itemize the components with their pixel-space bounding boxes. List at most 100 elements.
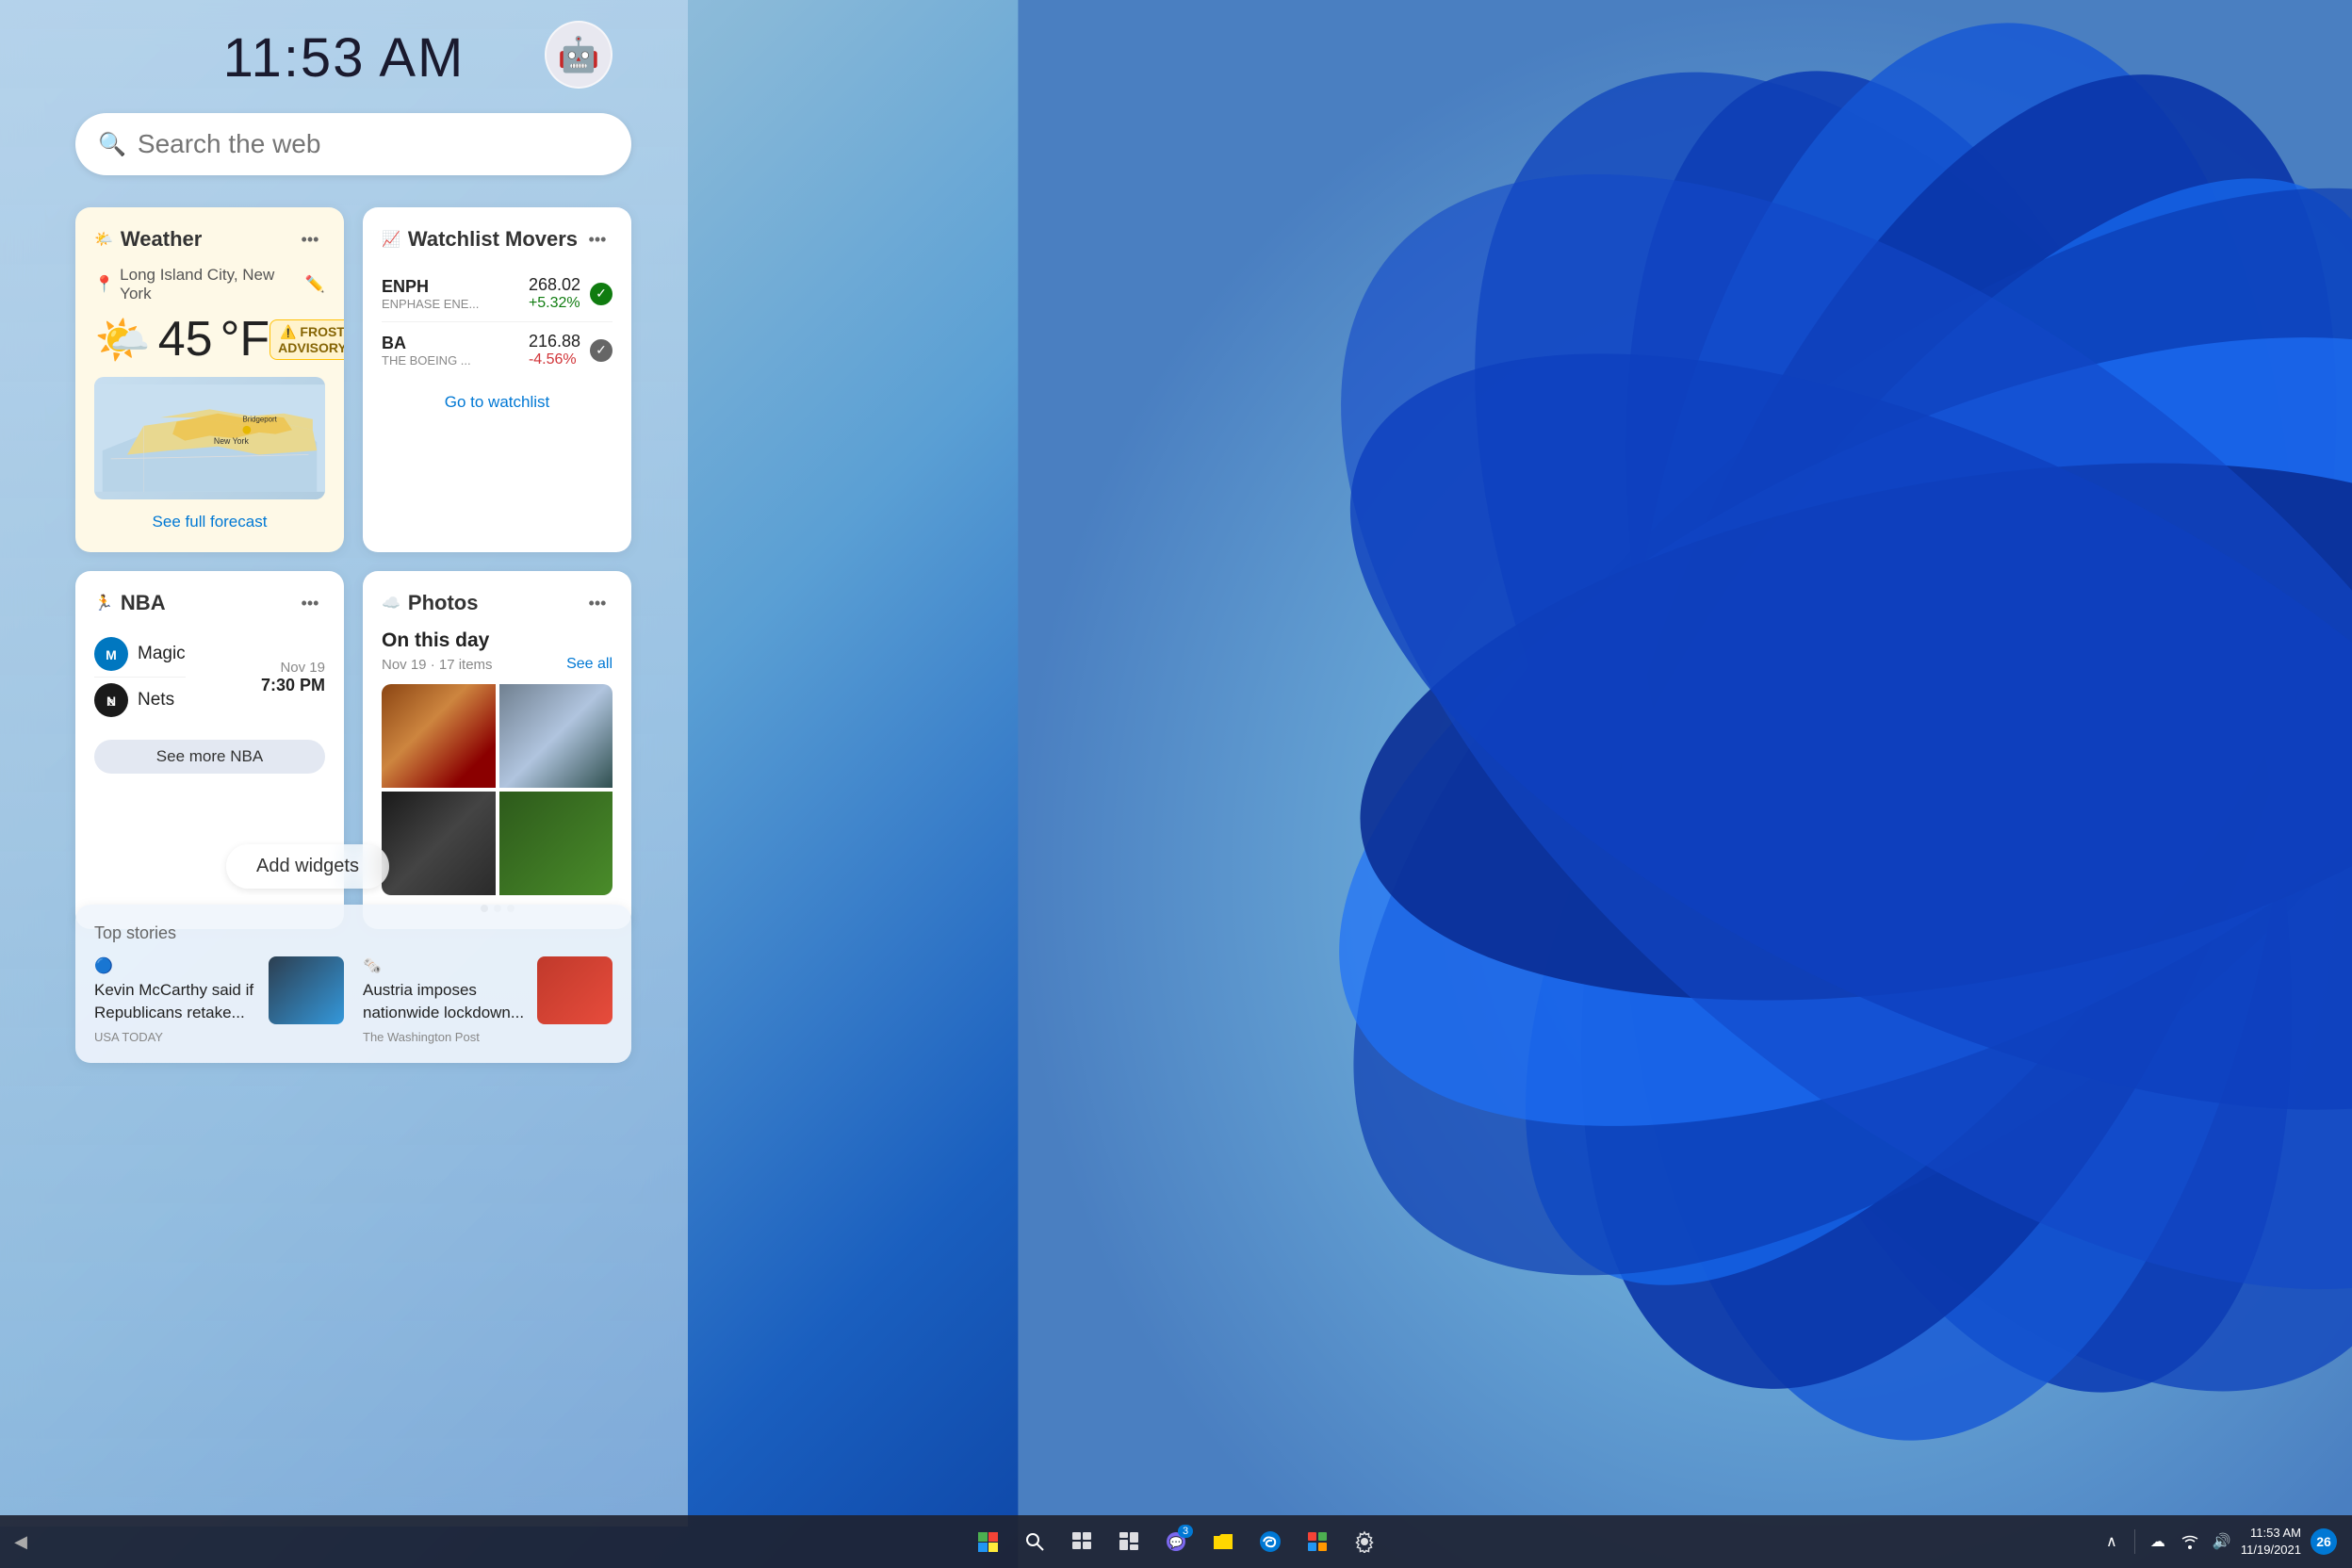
nba-menu-btn[interactable]: ••• [295, 588, 325, 618]
story-2-source-icon: 🗞️ [363, 956, 382, 975]
start-button[interactable] [965, 1519, 1010, 1564]
stories-row: 🔵 Kevin McCarthy said if Republicans ret… [94, 956, 612, 1044]
story-2-headline: Austria imposes nationwide lockdown... [363, 979, 526, 1024]
search-input[interactable] [138, 129, 609, 159]
story-2[interactable]: 🗞️ Austria imposes nationwide lockdown..… [363, 956, 612, 1044]
nba-game-row: M Magic N 8 [94, 629, 325, 725]
weather-menu-btn[interactable]: ••• [295, 224, 325, 254]
taskview-btn[interactable] [1059, 1519, 1104, 1564]
store-btn[interactable] [1295, 1519, 1340, 1564]
edit-location-icon[interactable]: ✏️ [305, 275, 325, 294]
wifi-icon[interactable] [2177, 1528, 2203, 1555]
taskbar-left: ◀ [0, 1528, 34, 1555]
file-explorer-btn[interactable] [1200, 1519, 1246, 1564]
on-this-day-label: On this day [382, 629, 612, 652]
photo-2[interactable] [499, 684, 613, 788]
story-2-thumb [537, 956, 612, 1024]
story-1-thumb [269, 956, 344, 1024]
magic-name: Magic [138, 644, 186, 664]
edge-btn[interactable] [1248, 1519, 1293, 1564]
photos-menu-btn[interactable]: ••• [582, 588, 612, 618]
magic-logo: M [94, 637, 128, 671]
see-forecast-btn[interactable]: See full forecast [94, 509, 325, 535]
stock-row-ba: BA THE BOEING ... 216.88 -4.56% ✓ [382, 322, 612, 378]
nba-icon: 🏃 [94, 594, 113, 612]
watchlist-icon: 📈 [382, 230, 400, 249]
wallpaper-svg [939, 0, 2352, 1568]
go-watchlist-btn[interactable]: Go to watchlist [382, 385, 612, 419]
cloud-icon[interactable]: ☁ [2145, 1528, 2171, 1555]
nba-title: NBA [121, 591, 166, 615]
team-nets: N 8 Nets [94, 683, 186, 717]
stock-price-1: 268.02 [529, 275, 580, 295]
story-1-source-icon: 🔵 [94, 956, 113, 975]
widget-panel: 11:53 AM 🤖 🔍 🌤️ Weather ••• 📍 [0, 0, 688, 1527]
widgets-grid: 🌤️ Weather ••• 📍 Long Island City, New Y… [75, 207, 631, 948]
photo-1[interactable] [382, 684, 496, 788]
taskbar-search-btn[interactable] [1012, 1519, 1057, 1564]
weather-map: New York Bridgeport [94, 377, 325, 499]
stock-check-2: ✓ [590, 339, 612, 362]
team-magic: M Magic [94, 637, 186, 671]
notification-badge[interactable]: 26 [2311, 1528, 2337, 1555]
weather-temp: 🌤️ 45 °F [94, 311, 270, 368]
settings-btn[interactable] [1342, 1519, 1387, 1564]
taskbar-center: 💬 3 [965, 1519, 1387, 1564]
widgets-btn[interactable] [1106, 1519, 1152, 1564]
frost-advisory: ⚠️ FROST ADVISORY [270, 319, 344, 360]
stock-ticker-1: ENPH [382, 277, 479, 297]
stock-name-1: ENPHASE ENE... [382, 297, 479, 311]
photos-widget: ☁️ Photos ••• On this day Nov 19 · 17 it… [363, 571, 631, 929]
tray-arrow-icon[interactable]: ∧ [2099, 1528, 2125, 1555]
photos-title: Photos [408, 591, 479, 615]
tray-divider [2134, 1529, 2135, 1554]
add-widgets-btn[interactable]: Add widgets [226, 844, 389, 889]
weather-location: 📍 Long Island City, New York ✏️ [94, 266, 325, 303]
widgets-row-1: 🌤️ Weather ••• 📍 Long Island City, New Y… [75, 207, 631, 552]
svg-text:8: 8 [108, 698, 114, 709]
svg-text:New York: New York [214, 436, 250, 446]
svg-text:Bridgeport: Bridgeport [243, 416, 278, 424]
photos-icon: ☁️ [382, 594, 400, 612]
game-time: 7:30 PM [261, 676, 325, 695]
photo-3[interactable] [382, 792, 496, 895]
nets-name: Nets [138, 690, 174, 710]
story-1-headline: Kevin McCarthy said if Republicans retak… [94, 979, 257, 1024]
location-pin-icon: 📍 [94, 275, 114, 294]
stock-check-1: ✓ [590, 283, 612, 305]
stock-change-2: -4.56% [529, 351, 580, 368]
top-stories-section: Top stories 🔵 Kevin McCarthy said if Rep… [75, 905, 631, 1063]
weather-icon: 🌤️ [94, 230, 113, 249]
chat-btn[interactable]: 💬 3 [1153, 1519, 1199, 1564]
volume-icon[interactable]: 🔊 [2209, 1528, 2235, 1555]
system-tray: ∧ ☁ 🔊 [2099, 1528, 2235, 1555]
see-more-nba-btn[interactable]: See more NBA [94, 740, 325, 774]
stock-name-2: THE BOEING ... [382, 353, 471, 368]
weather-widget: 🌤️ Weather ••• 📍 Long Island City, New Y… [75, 207, 344, 552]
story-1[interactable]: 🔵 Kevin McCarthy said if Republicans ret… [94, 956, 344, 1044]
photos-date: Nov 19 · 17 items [382, 657, 493, 673]
story-1-source: USA TODAY [94, 1030, 257, 1044]
taskbar-date: 11/19/2021 [2241, 1542, 2301, 1559]
nets-logo: N 8 [94, 683, 128, 717]
top-stories-title: Top stories [94, 923, 612, 943]
chat-badge: 3 [1178, 1525, 1193, 1538]
taskbar: ◀ [0, 1515, 2352, 1568]
svg-text:💬: 💬 [1169, 1536, 1184, 1549]
taskbar-time-date[interactable]: 11:53 AM 11/19/2021 [2241, 1525, 2305, 1559]
watchlist-title: Watchlist Movers [408, 227, 578, 252]
sun-cloud-icon: 🌤️ [94, 313, 151, 367]
taskbar-left-arrow[interactable]: ◀ [8, 1528, 34, 1555]
watchlist-menu-btn[interactable]: ••• [582, 224, 612, 254]
photos-see-all-btn[interactable]: See all [566, 656, 612, 673]
photos-grid [382, 684, 612, 895]
watchlist-widget: 📈 Watchlist Movers ••• ENPH ENPHASE ENE.… [363, 207, 631, 552]
stock-row-enph: ENPH ENPHASE ENE... 268.02 +5.32% ✓ [382, 266, 612, 322]
search-bar[interactable]: 🔍 [75, 113, 631, 175]
taskbar-right: ∧ ☁ 🔊 11:53 AM 11/19/2021 26 [2099, 1525, 2337, 1559]
photo-4[interactable] [499, 792, 613, 895]
game-date: Nov 19 [261, 660, 325, 676]
avatar[interactable]: 🤖 [545, 21, 612, 89]
search-icon: 🔍 [98, 131, 126, 158]
weather-title: Weather [121, 227, 202, 252]
